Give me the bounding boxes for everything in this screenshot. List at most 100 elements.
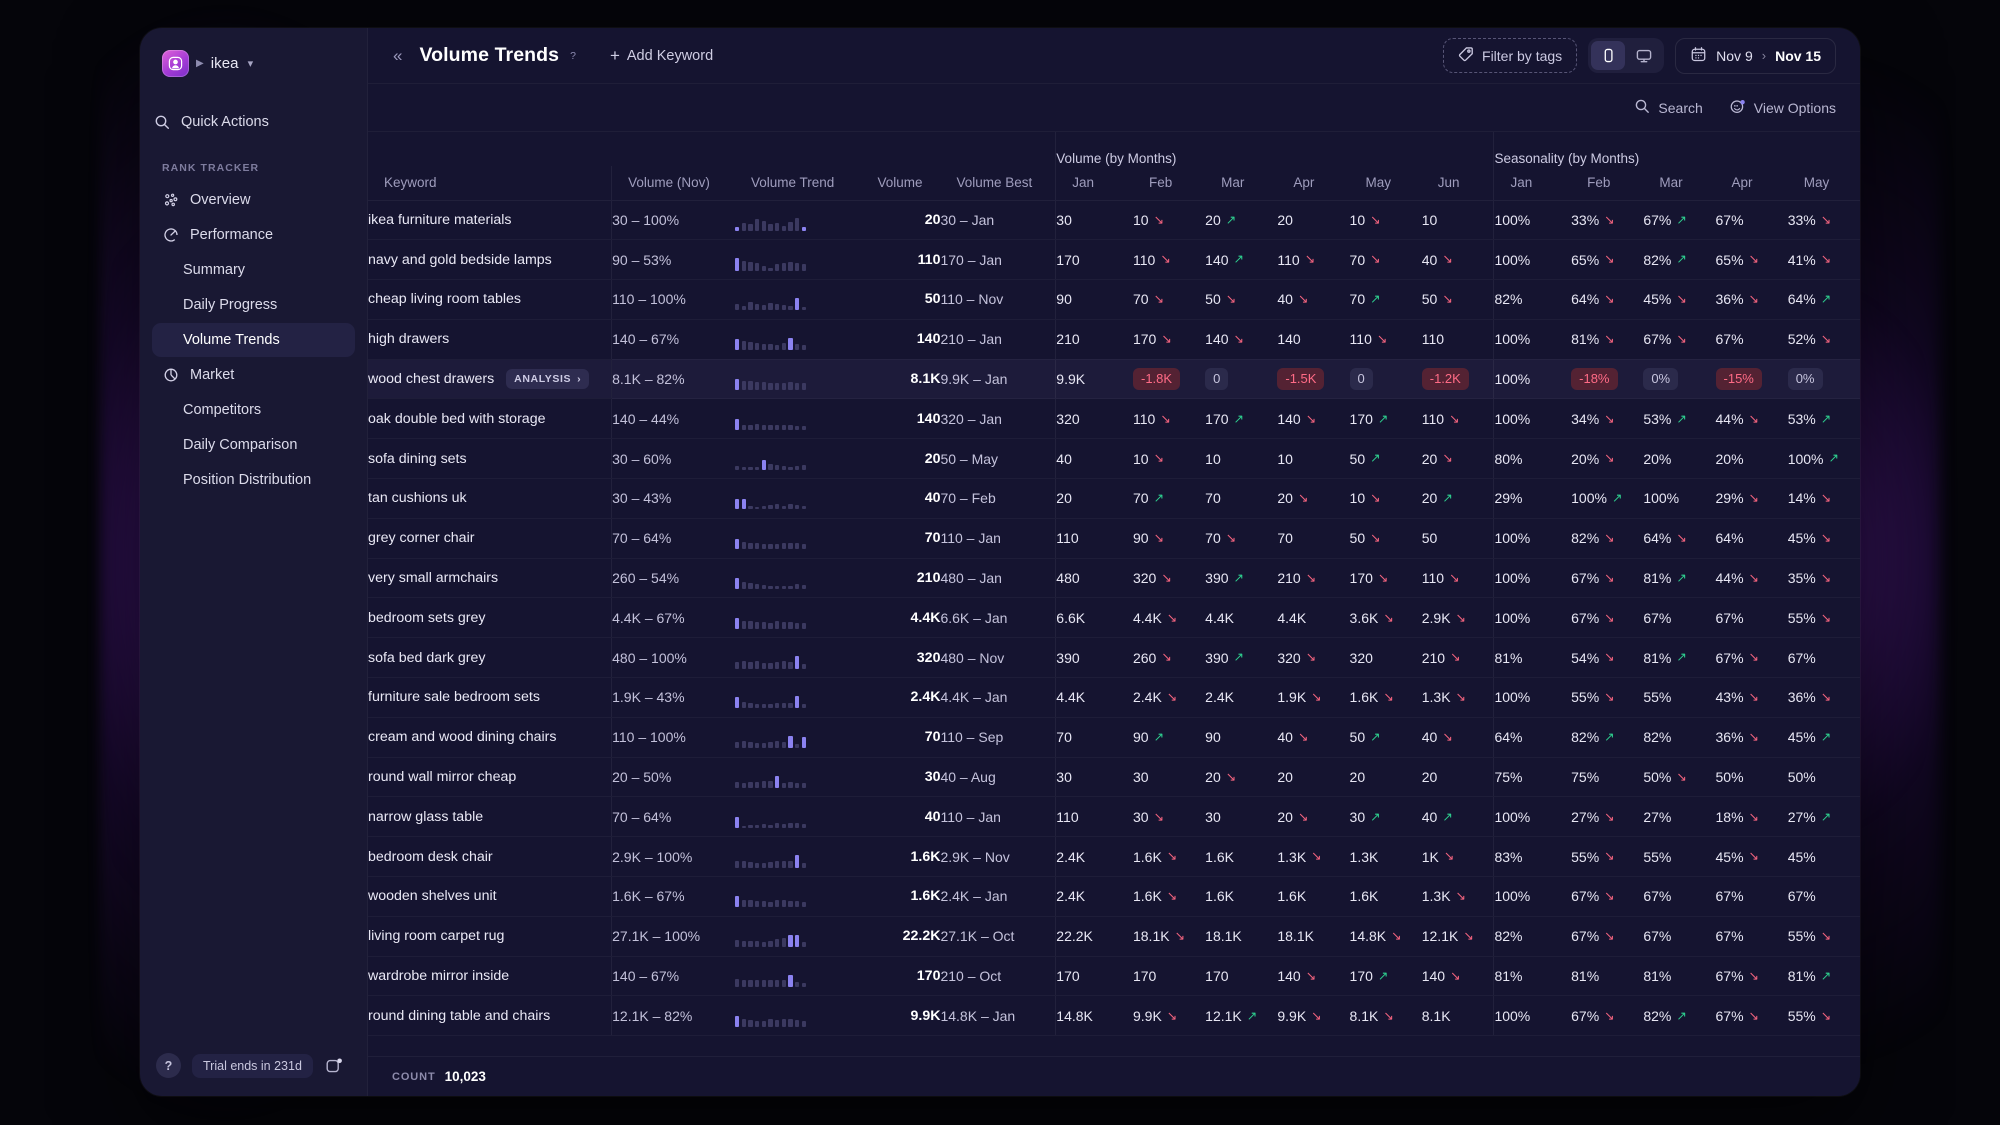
- cell-keyword[interactable]: living room carpet rug: [368, 916, 612, 957]
- table-row[interactable]: sofa bed dark grey 480 – 100% 320 480 – Nov…: [368, 637, 1860, 679]
- cell-keyword[interactable]: sofa bed dark grey: [368, 637, 612, 679]
- table-row[interactable]: furniture sale bedroom sets 1.9K – 43% 2.4…: [368, 677, 1860, 718]
- sidebar-item-volume-trends[interactable]: Volume Trends: [152, 323, 355, 357]
- cell-volume-trend-sparkline: [734, 916, 869, 957]
- cell-keyword[interactable]: narrow glass table: [368, 796, 612, 838]
- table-row[interactable]: ikea furniture materials 30 – 100% 20 30 – …: [368, 200, 1860, 241]
- cell-keyword[interactable]: furniture sale bedroom sets: [368, 677, 612, 718]
- cell-keyword[interactable]: bedroom desk chair: [368, 836, 612, 878]
- sidebar-item-position-distribution[interactable]: Position Distribution: [152, 463, 355, 497]
- table-row[interactable]: very small armchairs 260 – 54% 210 480 – Ja…: [368, 558, 1860, 599]
- add-keyword-button[interactable]: + Add Keyword: [602, 42, 721, 69]
- col-vol-apr[interactable]: Apr: [1277, 166, 1350, 201]
- tag-icon: [1458, 46, 1474, 65]
- cell-seasonality-month: 50%: [1715, 757, 1788, 798]
- cell-keyword[interactable]: ikea furniture materials: [368, 200, 612, 241]
- col-vol-mar[interactable]: Mar: [1205, 166, 1278, 201]
- cell-keyword[interactable]: navy and gold bedside lamps: [368, 239, 612, 281]
- view-options-button[interactable]: View Options: [1729, 98, 1836, 118]
- table-row[interactable]: high drawers 140 – 67% 140 210 – Jan 210 170 ↘…: [368, 319, 1860, 360]
- col-seas-feb[interactable]: Feb: [1571, 166, 1644, 201]
- help-button[interactable]: ?: [156, 1053, 181, 1078]
- col-vol-jun[interactable]: Jun: [1421, 166, 1494, 201]
- cell-value: 33% ↘: [1571, 211, 1615, 228]
- search-icon: [153, 113, 170, 130]
- table-row[interactable]: bedroom sets grey 4.4K – 67% 4.4K 6.6K – Ja…: [368, 597, 1860, 639]
- date-range-picker[interactable]: Nov 9 › Nov 15: [1675, 37, 1836, 74]
- filter-by-tags-label: Filter by tags: [1482, 47, 1563, 64]
- table-row[interactable]: tan cushions uk 30 – 43% 40 70 – Feb 20 70 ↗ 70…: [368, 478, 1860, 519]
- col-volume[interactable]: Volume: [868, 166, 941, 201]
- col-volume-trend[interactable]: Volume Trend: [734, 166, 869, 201]
- arrow-down-icon: ↘: [1449, 411, 1460, 426]
- cell-keyword[interactable]: round dining table and chairs: [368, 995, 612, 1037]
- col-volume-best[interactable]: Volume Best: [940, 166, 1056, 201]
- sidebar-item-daily-comparison[interactable]: Daily Comparison: [152, 428, 355, 462]
- sidebar-item-summary[interactable]: Summary: [152, 253, 355, 287]
- cell-keyword[interactable]: tan cushions uk: [368, 478, 612, 519]
- col-vol-jan[interactable]: Jan: [1055, 166, 1133, 201]
- volume-trends-table: Volume (by Months) Seasonality (by Month…: [368, 132, 1860, 1056]
- mobile-icon[interactable]: [1591, 41, 1626, 70]
- cell-keyword[interactable]: cheap living room tables: [368, 279, 612, 320]
- cell-value: 320: [1056, 410, 1080, 427]
- workspace-switcher[interactable]: ▶ ikea ▾: [156, 46, 351, 81]
- col-volume-nov[interactable]: Volume (Nov): [611, 166, 735, 201]
- arrow-down-icon: ↘: [1391, 928, 1402, 943]
- table-row[interactable]: cream and wood dining chairs 110 – 100% 70…: [368, 717, 1860, 758]
- table-row[interactable]: bedroom desk chair 2.9K – 100% 1.6K 2.9K – …: [368, 836, 1860, 878]
- cell-keyword[interactable]: round wall mirror cheap: [368, 757, 612, 798]
- sidebar-item-daily-progress[interactable]: Daily Progress: [152, 288, 355, 322]
- cell-keyword[interactable]: wooden shelves unit: [368, 876, 612, 917]
- col-vol-feb[interactable]: Feb: [1132, 166, 1206, 201]
- cell-keyword[interactable]: very small armchairs: [368, 558, 612, 599]
- cell-keyword[interactable]: bedroom sets grey: [368, 597, 612, 639]
- table-row[interactable]: narrow glass table 70 – 64% 40 110 – Jan 110…: [368, 796, 1860, 838]
- cell-keyword[interactable]: high drawers: [368, 319, 612, 360]
- sidebar-item-competitors[interactable]: Competitors: [152, 393, 355, 427]
- arrow-down-icon: ↘: [1449, 570, 1460, 585]
- table-row[interactable]: oak double bed with storage 140 – 44% 140 3…: [368, 398, 1860, 440]
- col-seas-apr[interactable]: Apr: [1715, 166, 1788, 201]
- col-seas-jan[interactable]: Jan: [1493, 166, 1572, 201]
- arrow-down-icon: ↘: [1166, 610, 1178, 625]
- sidebar-item-overview[interactable]: Overview: [152, 183, 355, 217]
- table-row[interactable]: grey corner chair 70 – 64% 70 110 – Jan 110 9…: [368, 518, 1860, 559]
- cell-seasonality-month: 100% ↗: [1787, 438, 1860, 480]
- collapse-left-icon[interactable]: «: [386, 44, 409, 67]
- search-button[interactable]: Search: [1634, 98, 1703, 117]
- notification-icon[interactable]: [324, 1056, 344, 1076]
- cell-keyword[interactable]: cream and wood dining chairs: [368, 717, 612, 758]
- table-row[interactable]: sofa dining sets 30 – 60% 20 50 – May 40 10 ↘ 1…: [368, 438, 1860, 480]
- cell-volume-month: 110 ↘: [1277, 239, 1350, 281]
- cell-value: 14% ↘: [1787, 490, 1832, 507]
- cell-keyword[interactable]: sofa dining sets: [368, 438, 612, 480]
- title-help-icon[interactable]: ?: [570, 50, 576, 62]
- desktop-icon[interactable]: [1627, 41, 1661, 70]
- cell-keyword[interactable]: wood chest drawers ANALYSIS ›: [368, 359, 612, 400]
- cell-volume-trend-sparkline: [734, 836, 869, 878]
- cell-keyword[interactable]: grey corner chair: [368, 518, 612, 559]
- col-keyword[interactable]: Keyword: [368, 166, 612, 201]
- table-row[interactable]: navy and gold bedside lamps 90 – 53% 110 17…: [368, 239, 1860, 281]
- cell-keyword[interactable]: wardrobe mirror inside: [368, 956, 612, 997]
- sidebar-item-performance[interactable]: Performance: [152, 218, 355, 252]
- table-row[interactable]: round wall mirror cheap 20 – 50% 30 40 – Au…: [368, 757, 1860, 798]
- cell-keyword[interactable]: oak double bed with storage: [368, 398, 612, 440]
- table-row[interactable]: wooden shelves unit 1.6K – 67% 1.6K 2.4K – …: [368, 876, 1860, 917]
- sidebar-item-label: Position Distribution: [183, 472, 312, 488]
- col-seas-mar[interactable]: Mar: [1643, 166, 1716, 201]
- table-row[interactable]: round dining table and chairs 12.1K – 82%…: [368, 995, 1860, 1037]
- analysis-badge[interactable]: ANALYSIS ›: [506, 369, 590, 390]
- table-row[interactable]: wardrobe mirror inside 140 – 67% 170 210 – …: [368, 956, 1860, 997]
- table-row[interactable]: wood chest drawers ANALYSIS › 8.1K – 82% 8.1…: [368, 359, 1860, 400]
- col-seas-may[interactable]: May: [1787, 166, 1860, 201]
- trial-badge[interactable]: Trial ends in 231d: [192, 1053, 313, 1078]
- col-vol-may[interactable]: May: [1349, 166, 1422, 201]
- table-row[interactable]: living room carpet rug 27.1K – 100% 22.2K 2…: [368, 916, 1860, 957]
- filter-by-tags-button[interactable]: Filter by tags: [1443, 38, 1578, 73]
- sidebar-item-market[interactable]: Market: [152, 358, 355, 392]
- table-row[interactable]: cheap living room tables 110 – 100% 50 110 …: [368, 279, 1860, 320]
- quick-actions-button[interactable]: Quick Actions: [146, 107, 361, 136]
- chevron-down-icon[interactable]: ▾: [248, 57, 254, 70]
